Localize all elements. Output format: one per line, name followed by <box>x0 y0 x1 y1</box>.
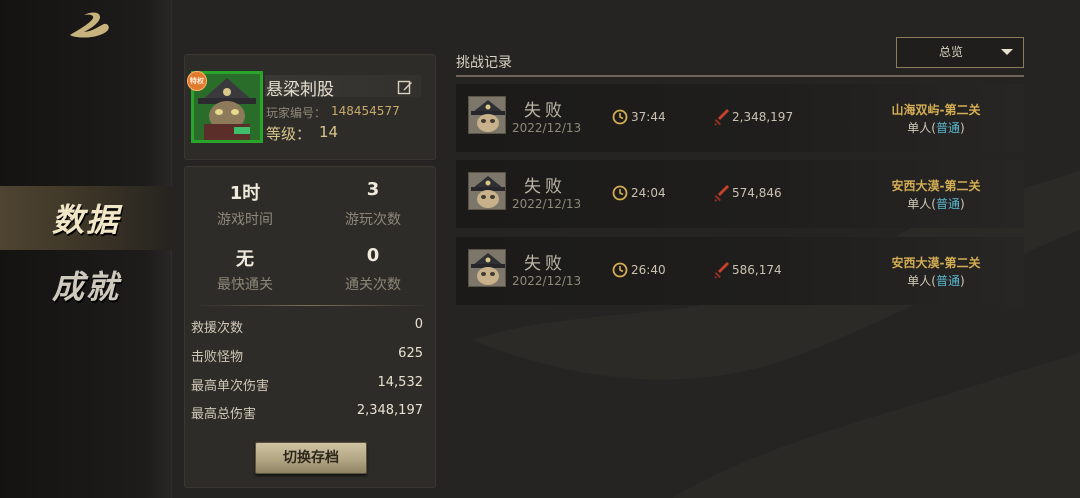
record-stage: 安西大漠-第二关 <box>891 256 981 270</box>
record-duration: 24:04 <box>631 186 666 200</box>
play-time-label: 游戏时间 <box>217 212 273 228</box>
damage-sword-icon <box>714 109 729 126</box>
rescue-count-label: 救援次数 <box>191 321 244 336</box>
record-mode: 单人(普通) <box>907 121 965 135</box>
play-time-value: 1时 <box>229 183 261 204</box>
record-row[interactable]: 失败 2022/12/13 26:40 586,174 安西大漠-第二关 单人(… <box>456 237 1024 305</box>
clock-icon <box>612 185 628 201</box>
records-filter-dropdown[interactable]: 总览 <box>896 37 1024 68</box>
level-label: 等级： <box>266 125 312 143</box>
monsters-defeated-label: 击败怪物 <box>191 350 244 365</box>
record-date: 2022/12/13 <box>512 274 582 288</box>
clear-count-value: 0 <box>366 245 380 266</box>
record-damage: 586,174 <box>732 263 782 277</box>
clock-icon <box>612 262 628 278</box>
record-mode: 单人(普通) <box>907 274 965 288</box>
side-nav: 数据 成就 <box>0 0 172 498</box>
stats-divider <box>193 305 429 306</box>
rescue-count-value: 0 <box>414 317 423 332</box>
record-avatar <box>468 249 506 287</box>
record-difficulty: 普通 <box>935 274 960 288</box>
filter-selected-value: 总览 <box>939 45 964 59</box>
cat-avatar-icon <box>469 173 505 209</box>
cat-avatar-icon <box>469 97 505 133</box>
nav-tab-data[interactable]: 数据 <box>0 186 172 250</box>
player-name: 悬梁刺股 <box>266 80 334 100</box>
record-stage: 山海双屿-第二关 <box>891 103 981 117</box>
player-id-value: 148454577 <box>331 104 400 118</box>
record-mode: 单人(普通) <box>907 197 965 211</box>
record-duration: 26:40 <box>631 263 666 277</box>
nav-tab-achievements[interactable]: 成就 <box>0 253 172 317</box>
fastest-clear-value: 无 <box>236 249 254 270</box>
record-row[interactable]: 失败 2022/12/13 24:04 574,846 安西大漠-第二关 单人(… <box>456 160 1024 228</box>
edit-name-icon[interactable] <box>397 79 413 95</box>
chevron-down-icon <box>1001 49 1013 55</box>
record-damage: 574,846 <box>732 186 782 200</box>
clock-icon <box>612 109 628 125</box>
record-row[interactable]: 失败 2022/12/13 37:44 2,348,197 山海双屿-第二关 单… <box>456 84 1024 152</box>
clear-count-label: 通关次数 <box>345 277 401 293</box>
switch-save-button[interactable]: 切换存档 <box>255 442 367 474</box>
monsters-defeated-value: 625 <box>398 346 423 361</box>
record-avatar <box>468 172 506 210</box>
record-duration: 37:44 <box>631 110 666 124</box>
max-single-damage-label: 最高单次伤害 <box>191 379 270 394</box>
player-id-label: 玩家编号： <box>266 106 327 120</box>
record-result: 失败 <box>524 101 566 121</box>
stats-card: 1时 游戏时间 3 游玩次数 无 最快通关 0 通关次数 救援次数 0 击败怪物… <box>184 166 436 488</box>
cat-avatar-icon <box>469 250 505 286</box>
record-damage: 2,348,197 <box>732 110 794 124</box>
fastest-clear-label: 最快通关 <box>217 277 273 293</box>
record-difficulty: 普通 <box>935 121 960 135</box>
max-total-damage-label: 最高总伤害 <box>191 407 257 422</box>
level-value: 14 <box>319 123 339 141</box>
profile-card: 特权 悬梁刺股 玩家编号： 148454577 等级： 14 <box>184 54 436 160</box>
vip-badge-icon: 特权 <box>187 71 207 91</box>
play-count-value: 3 <box>366 179 380 200</box>
record-result: 失败 <box>524 254 566 274</box>
record-date: 2022/12/13 <box>512 197 582 211</box>
damage-sword-icon <box>714 262 729 279</box>
game-logo-icon <box>70 12 109 38</box>
records-underline <box>456 75 1024 77</box>
max-total-damage-value: 2,348,197 <box>356 403 423 418</box>
record-date: 2022/12/13 <box>512 121 582 135</box>
max-single-damage-value: 14,532 <box>377 375 424 390</box>
play-count-label: 游玩次数 <box>345 212 401 228</box>
record-result: 失败 <box>524 177 566 197</box>
record-difficulty: 普通 <box>935 197 960 211</box>
records-title: 挑战记录 <box>456 55 512 71</box>
record-stage: 安西大漠-第二关 <box>891 179 981 193</box>
record-avatar <box>468 96 506 134</box>
damage-sword-icon <box>714 185 729 202</box>
